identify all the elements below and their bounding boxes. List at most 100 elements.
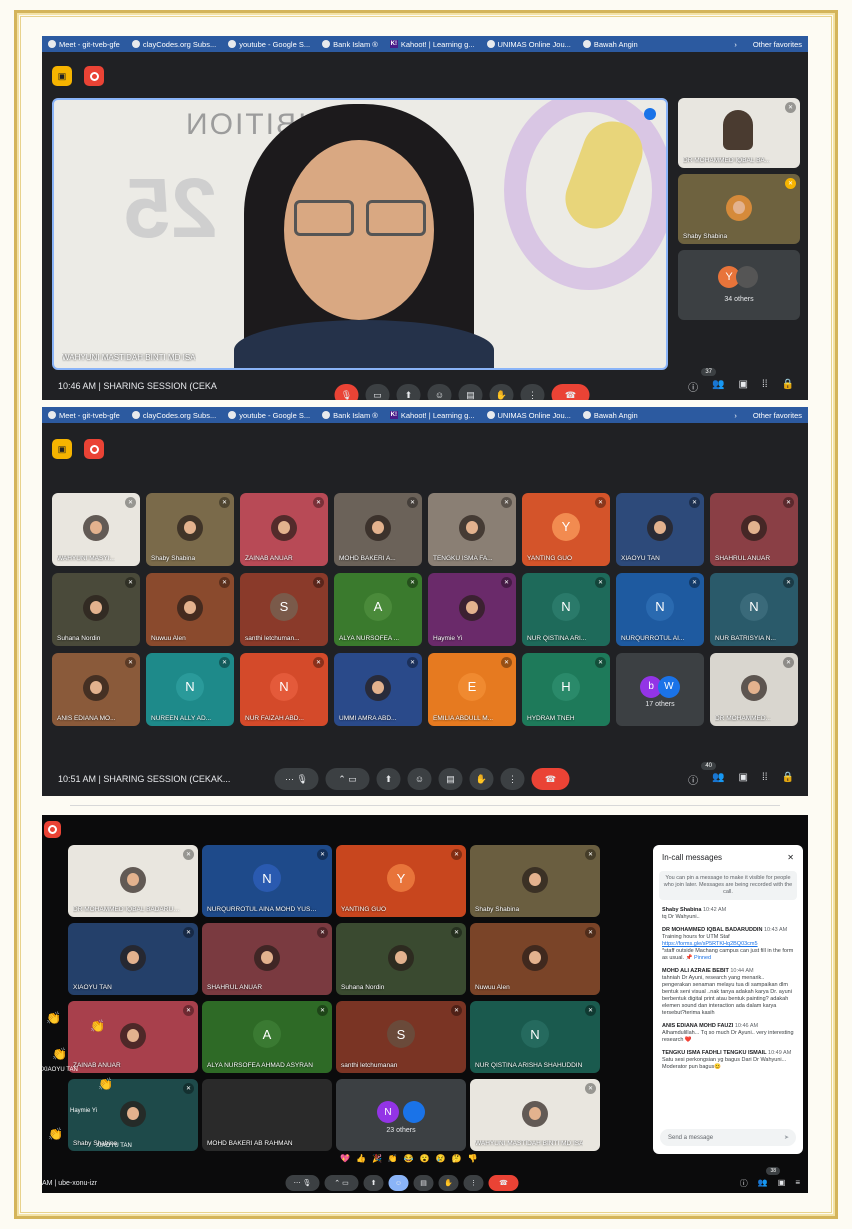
activities-icon[interactable]: ≡ — [795, 1178, 800, 1189]
participant-tile[interactable]: MOHD BAKERI AB RAHMAN — [202, 1079, 332, 1151]
others-tile[interactable]: b W 17 others — [616, 653, 704, 726]
participant-tile[interactable]: A ALYA NURSOFEA AHMAD ASYRAN ✕ — [202, 1001, 332, 1073]
more-bookmarks-chevron[interactable]: › — [734, 40, 737, 49]
participant-tile[interactable]: N NURQURROTUL AINA MOHD YUSUF ✕ — [202, 845, 332, 917]
bookmark-item[interactable]: K! Kahoot! | Learning g... — [389, 40, 475, 49]
participant-tile[interactable]: N NUR FAIZAH ABD... ✕ — [240, 653, 328, 726]
present-button[interactable]: ⬆ — [376, 768, 401, 790]
participant-tile[interactable]: DR MOHAMMED IQBAL BADARUDI... ✕ — [68, 845, 198, 917]
emoji-clap[interactable]: 👏 — [388, 1154, 398, 1163]
bookmark-item[interactable]: UNIMAS Online Jou... — [486, 40, 571, 49]
participant-tile[interactable]: Suhana Nordin ✕ — [52, 573, 140, 646]
activities-icon[interactable]: ⁞⁞ — [762, 379, 768, 394]
others-tile[interactable]: N 23 others — [336, 1079, 466, 1151]
bookmark-item[interactable]: Bank Islam ® — [322, 40, 378, 49]
participant-tile[interactable]: N NUR BATRISYIA N... ✕ — [710, 573, 798, 646]
captions-button[interactable]: ▤ — [413, 1175, 434, 1191]
more-options-button[interactable]: ⋮ — [520, 384, 545, 400]
participant-tile[interactable]: SHAHRUL ANUAR ✕ — [202, 923, 332, 995]
captions-button[interactable]: ▤ — [458, 384, 483, 400]
participant-tile[interactable]: N NURQURROTUL AI... ✕ — [616, 573, 704, 646]
chat-icon[interactable]: ▣ — [739, 772, 748, 787]
participant-tile[interactable]: MOHD BAKERI A... ✕ — [334, 493, 422, 566]
emoji-heart[interactable]: 💖 — [340, 1154, 350, 1163]
more-options-button[interactable]: ⋮ — [463, 1175, 484, 1191]
main-speaker-tile[interactable]: EXHIBITION 25 WAHYUNI MASTIDAH BINTI MD … — [52, 98, 668, 370]
people-icon[interactable]: 👥 — [712, 379, 724, 394]
emoji-button[interactable]: ☺ — [427, 384, 452, 400]
emoji-laugh[interactable]: 😂 — [404, 1154, 414, 1163]
participant-tile[interactable]: SHAHRUL ANUAR ✕ — [710, 493, 798, 566]
emoji-party[interactable]: 🎉 — [372, 1154, 382, 1163]
recording-button[interactable] — [84, 439, 104, 459]
info-icon[interactable]: ⓘ — [688, 772, 698, 787]
close-icon[interactable]: ✕ — [787, 853, 794, 862]
participant-tile[interactable]: UMMI AMRA ABD... ✕ — [334, 653, 422, 726]
raise-hand-button[interactable]: ✋ — [438, 1175, 459, 1191]
no-camera-indicator-button[interactable]: ▣ — [52, 439, 72, 459]
recording-button[interactable] — [84, 66, 104, 86]
participant-tile[interactable]: XIAOYU TAN ✕ — [616, 493, 704, 566]
participant-tile[interactable]: H HYDRAM TNEH ✕ — [522, 653, 610, 726]
participant-tile[interactable]: Y YANTING GUO ✕ — [522, 493, 610, 566]
chat-icon[interactable]: ▣ — [739, 379, 748, 394]
participant-tile[interactable]: ZAINAB ANUAR ✕ — [240, 493, 328, 566]
participant-tile[interactable]: Ssanthi letchumanan ✕ — [336, 1001, 466, 1073]
emoji-thumbs-down[interactable]: 👎 — [468, 1154, 478, 1163]
bookmark-item[interactable]: youtube - Google S... — [228, 40, 310, 49]
participant-tile[interactable]: XIAOYU TAN ✕ — [68, 923, 198, 995]
raise-hand-button[interactable]: ✋ — [489, 384, 514, 400]
present-button[interactable]: ⬆ — [396, 384, 421, 400]
mic-button[interactable]: ⋯ 🎙 — [274, 768, 319, 790]
emoji-button[interactable]: ☺ — [407, 768, 432, 790]
participant-tile[interactable]: Shaby Shabina ✕ — [470, 845, 600, 917]
participant-tile[interactable]: A ALYA NURSOFEA ... ✕ — [334, 573, 422, 646]
emoji-thumbs-up[interactable]: 👍 — [356, 1154, 366, 1163]
leave-call-button[interactable]: ☎ — [488, 1175, 519, 1191]
participant-tile[interactable]: Shaby Shabina ✕ — [146, 493, 234, 566]
bookmark-item[interactable]: Meet - git-tveb-gfe — [48, 40, 120, 49]
bookmark-item[interactable]: Bank Islam ® — [322, 411, 378, 420]
no-camera-indicator-button[interactable]: ▣ — [52, 66, 72, 86]
more-options-button[interactable]: ⋮ — [500, 768, 525, 790]
participant-tile[interactable]: Nuwuu Alen ✕ — [146, 573, 234, 646]
camera-button[interactable]: ▭ — [365, 384, 390, 400]
present-button[interactable]: ⬆ — [363, 1175, 384, 1191]
mic-button[interactable]: ⋯ 🎙 — [285, 1175, 320, 1191]
send-icon[interactable]: ➤ — [784, 1134, 789, 1141]
info-icon[interactable]: ⓘ — [740, 1178, 748, 1189]
bookmark-item[interactable]: Bawah Angin — [582, 411, 638, 420]
participant-tile[interactable]: Shaby Shabina ✕ — [68, 1079, 198, 1151]
bookmark-item[interactable]: clayCodes.org Subs... — [131, 40, 216, 49]
leave-call-button[interactable]: ☎ — [551, 384, 590, 400]
participant-tile[interactable]: WAHYUNI MASTIDAH BINTI MD ISA ✕ — [470, 1079, 600, 1151]
participant-tile[interactable]: E EMILIA ABDULL M... ✕ — [428, 653, 516, 726]
participant-tile[interactable]: Nuwuu Alen ✕ — [470, 923, 600, 995]
bookmark-item[interactable]: K! Kahoot! | Learning g... — [389, 411, 475, 420]
participant-tile[interactable]: WAHYUNI MASYI... ✕ — [52, 493, 140, 566]
participant-tile[interactable]: Y YANTING GUO ✕ — [336, 845, 466, 917]
emoji-sad[interactable]: 😢 — [436, 1154, 446, 1163]
bookmark-item[interactable]: Bawah Angin — [582, 40, 638, 49]
others-tile[interactable]: Y 34 others — [678, 250, 800, 320]
bookmark-item[interactable]: youtube - Google S... — [228, 411, 310, 420]
participant-tile[interactable]: TENGKU ISMA FA... ✕ — [428, 493, 516, 566]
bookmark-item[interactable]: Meet - git-tveb-gfe — [48, 411, 120, 420]
people-icon[interactable]: 👥 — [758, 1178, 768, 1189]
camera-button[interactable]: ⌃ ▭ — [325, 768, 370, 790]
chat-icon[interactable]: ▣ — [778, 1178, 786, 1189]
pinned-label[interactable]: 📌 Pinned — [686, 955, 712, 961]
bookmark-item[interactable]: UNIMAS Online Jou... — [486, 411, 571, 420]
participant-tile[interactable]: ZAINAB ANUAR ✕ — [68, 1001, 198, 1073]
participant-tile[interactable]: N NUR QISTINA ARI... ✕ — [522, 573, 610, 646]
emoji-surprised[interactable]: 😮 — [420, 1154, 430, 1163]
more-bookmarks-chevron[interactable]: › — [734, 411, 737, 420]
people-icon[interactable]: 👥 — [712, 772, 724, 787]
participant-tile[interactable]: N NUR QISTINA ARISHA SHAHUDDIN ✕ — [470, 1001, 600, 1073]
participant-tile[interactable]: DR MOHAMMED... ✕ — [710, 653, 798, 726]
leave-call-button[interactable]: ☎ — [531, 768, 570, 790]
participant-tile[interactable]: Suhana Nordin ✕ — [336, 923, 466, 995]
side-tile[interactable]: DR MOHAMMED IQBAL BA... ✕ — [678, 98, 800, 168]
captions-button[interactable]: ▤ — [438, 768, 463, 790]
recording-button[interactable] — [44, 821, 61, 838]
